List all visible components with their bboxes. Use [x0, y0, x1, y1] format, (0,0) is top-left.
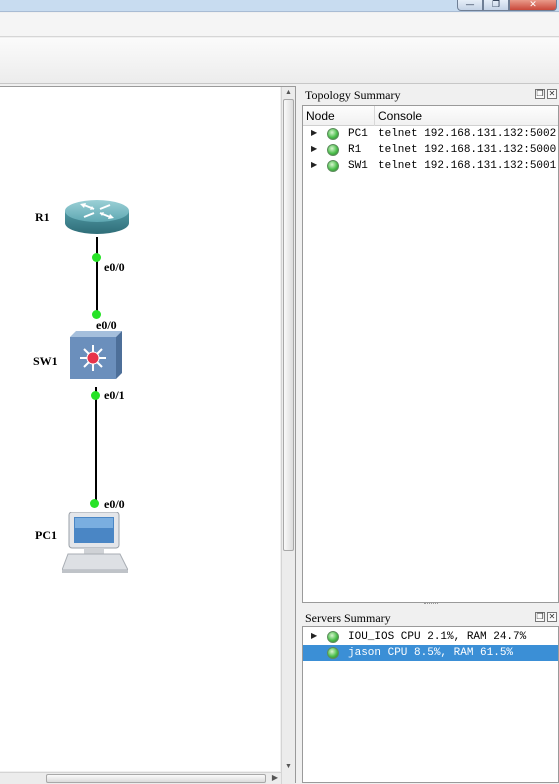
scroll-right-icon[interactable]: ▶ — [272, 773, 278, 782]
expand-arrow-icon[interactable]: ▶ — [311, 126, 317, 142]
canvas-area: e0/0 e0/0 e0/1 e0/0 R1 SW1 PC1 ▲ ▼ ▶ — [0, 86, 296, 784]
maximize-button[interactable]: ❐ — [483, 0, 509, 11]
servers-summary-title: Servers Summary — [305, 611, 391, 625]
port-dot-sw1-e01 — [91, 391, 100, 400]
servers-summary-dock-buttons: ❐ ✕ — [535, 612, 557, 622]
expand-arrow-icon[interactable]: ▶ — [311, 158, 317, 174]
console-address: telnet 192.168.131.132:5001 — [378, 160, 557, 172]
topology-canvas[interactable]: e0/0 e0/0 e0/1 e0/0 R1 SW1 PC1 — [0, 87, 280, 771]
topology-summary-dock: Topology Summary ❐ ✕ Node Console ▶ PC1 … — [302, 86, 559, 604]
node-label-r1: R1 — [35, 210, 50, 224]
list-item[interactable]: ▶ IOU_IOS CPU 2.1%, RAM 24.7% — [303, 629, 558, 645]
node-label-pc1: PC1 — [35, 528, 57, 542]
node-name: PC1 — [348, 128, 368, 140]
column-header-console[interactable]: Console — [375, 106, 558, 126]
status-led-icon — [327, 647, 339, 659]
port-label-sw1-e01: e0/1 — [104, 388, 125, 402]
dock-resize-grip[interactable] — [424, 603, 438, 606]
port-dot-r1-e00 — [92, 253, 101, 262]
router-icon[interactable] — [64, 195, 130, 239]
horizontal-scroll-thumb[interactable] — [46, 774, 266, 783]
status-led-icon — [327, 128, 339, 140]
status-led-icon — [327, 144, 339, 156]
server-status: jason CPU 8.5%, RAM 61.5% — [348, 647, 514, 659]
minimize-icon: — — [465, 0, 475, 10]
link-sw1-pc1[interactable] — [95, 387, 97, 505]
status-led-icon — [327, 160, 339, 172]
menu-bar — [0, 13, 559, 37]
console-address: telnet 192.168.131.132:5000 — [378, 144, 557, 156]
maximize-icon: ❐ — [491, 0, 501, 10]
node-label-sw1: SW1 — [33, 354, 58, 368]
list-item[interactable]: ▶ SW1 telnet 192.168.131.132:5001 — [303, 158, 558, 174]
topology-summary-dock-buttons: ❐ ✕ — [535, 89, 557, 99]
topology-summary-title: Topology Summary — [305, 88, 401, 102]
float-dock-icon[interactable]: ❐ — [535, 612, 545, 622]
servers-summary-dock: Servers Summary ❐ ✕ ▶ IOU_IOS CPU 2.1%, … — [302, 609, 559, 783]
close-button[interactable]: ✕ — [509, 0, 557, 11]
pc-icon[interactable] — [61, 511, 129, 574]
title-bar: — ❐ ✕ — [0, 0, 559, 12]
close-icon: ✕ — [529, 0, 537, 10]
port-label-pc1-e00: e0/0 — [104, 497, 125, 511]
toolbar — [0, 38, 559, 84]
node-name: SW1 — [348, 160, 368, 172]
link-r1-sw1[interactable] — [96, 237, 98, 317]
vertical-scroll-thumb[interactable] — [283, 99, 294, 551]
topology-summary-tree[interactable]: Node Console ▶ PC1 telnet 192.168.131.13… — [302, 105, 559, 603]
close-dock-icon[interactable]: ✕ — [547, 89, 557, 99]
expand-arrow-icon[interactable]: ▶ — [311, 142, 317, 158]
list-item[interactable]: ▶ R1 telnet 192.168.131.132:5000 — [303, 142, 558, 158]
canvas-horizontal-scrollbar[interactable]: ▶ — [0, 772, 281, 784]
minimize-button[interactable]: — — [457, 0, 483, 11]
topology-summary-header: Node Console — [303, 106, 558, 126]
switch-icon[interactable] — [70, 331, 122, 379]
list-item-selected[interactable]: jason CPU 8.5%, RAM 61.5% — [303, 645, 558, 661]
window-controls: — ❐ ✕ — [457, 0, 557, 12]
column-header-node[interactable]: Node — [303, 106, 375, 126]
server-status: IOU_IOS CPU 2.1%, RAM 24.7% — [348, 631, 527, 643]
canvas-vertical-scrollbar[interactable]: ▲ ▼ — [281, 87, 295, 784]
console-address: telnet 192.168.131.132:5002 — [378, 128, 557, 140]
scroll-up-icon[interactable]: ▲ — [285, 89, 292, 96]
scroll-down-icon[interactable]: ▼ — [285, 763, 292, 770]
status-led-icon — [327, 631, 339, 643]
port-dot-pc1-e00 — [90, 499, 99, 508]
close-dock-icon[interactable]: ✕ — [547, 612, 557, 622]
float-dock-icon[interactable]: ❐ — [535, 89, 545, 99]
list-item[interactable]: ▶ PC1 telnet 192.168.131.132:5002 — [303, 126, 558, 142]
node-name: R1 — [348, 144, 362, 156]
expand-arrow-icon[interactable]: ▶ — [311, 629, 317, 645]
servers-summary-tree[interactable]: ▶ IOU_IOS CPU 2.1%, RAM 24.7% jason CPU … — [302, 626, 559, 783]
port-label-r1-e00: e0/0 — [104, 260, 125, 274]
